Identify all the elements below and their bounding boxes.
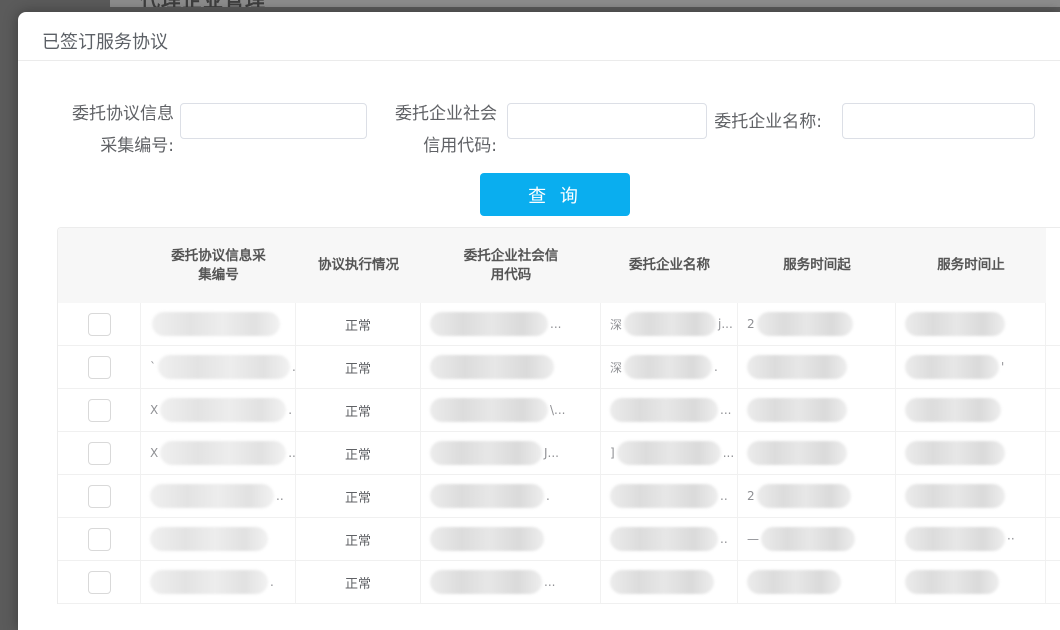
- redacted-service-end: [905, 570, 999, 594]
- redacted-credit-code: [430, 355, 554, 379]
- redacted-code: [150, 484, 274, 508]
- panel-title: 已签订服务协议: [42, 28, 168, 54]
- status-column-header: 协议执行情况: [296, 228, 421, 303]
- status-text: 正常: [345, 573, 371, 592]
- redacted-service-start: [757, 484, 851, 508]
- redacted-service-start: [747, 570, 841, 594]
- redacted-code: [150, 570, 268, 594]
- redacted-company-name: [610, 527, 718, 551]
- panel-title-divider: [18, 60, 1060, 61]
- background-header: 代理企业管理: [110, 0, 1060, 7]
- redacted-company-name: [610, 484, 718, 508]
- redacted-service-start: [747, 355, 847, 379]
- agreement-code-input[interactable]: [180, 103, 367, 139]
- redacted-service-start: [747, 441, 847, 465]
- credit-code-column-header: 委托企业社会信用代码: [421, 228, 601, 303]
- redacted-company-name: [624, 355, 712, 379]
- row-checkbox[interactable]: [88, 399, 111, 422]
- redacted-service-end: [905, 355, 999, 379]
- redacted-credit-code: [430, 527, 544, 551]
- table-row: X.. 正常 J... ]...: [58, 432, 1060, 475]
- status-text: 正常: [345, 444, 371, 463]
- service-end-column-header: 服务时间止: [896, 228, 1046, 303]
- status-text: 正常: [345, 530, 371, 549]
- signed-agreements-panel: 已签订服务协议 委托协议信息 采集编号: 委托企业社会 信用代码: 委托企业名称…: [18, 12, 1060, 630]
- company-name-input[interactable]: [842, 103, 1035, 139]
- table-row: .. 正常 . .. 2: [58, 475, 1060, 518]
- background-page-title: 代理企业管理: [140, 0, 266, 7]
- row-checkbox[interactable]: [88, 528, 111, 551]
- redacted-service-end: [905, 398, 1001, 422]
- row-checkbox[interactable]: [88, 442, 111, 465]
- redacted-service-start: [757, 312, 853, 336]
- select-column-header: [58, 228, 141, 303]
- table-row: `.. 正常 深. ': [58, 346, 1060, 389]
- redacted-service-start: [747, 398, 847, 422]
- agreement-code-column-header: 委托协议信息采集编号: [141, 228, 296, 303]
- redacted-credit-code: [430, 398, 548, 422]
- row-checkbox[interactable]: [88, 485, 111, 508]
- redacted-credit-code: [430, 570, 542, 594]
- table-row: 正常 ... 深j... 2: [58, 303, 1060, 346]
- redacted-company-name: [610, 570, 714, 594]
- redacted-service-end: [905, 441, 1005, 465]
- table-row: 正常 .. — ··: [58, 518, 1060, 561]
- redacted-credit-code: [430, 441, 542, 465]
- service-start-column-header: 服务时间起: [738, 228, 896, 303]
- credit-code-label: 委托企业社会 信用代码:: [357, 98, 497, 162]
- agreement-code-label: 委托协议信息 采集编号:: [34, 98, 174, 162]
- company-name-label: 委托企业名称:: [702, 106, 822, 138]
- status-text: 正常: [345, 401, 371, 420]
- redacted-service-start: [761, 527, 855, 551]
- redacted-code: [150, 527, 268, 551]
- redacted-credit-code: [430, 484, 544, 508]
- header-spacer: [1046, 228, 1060, 303]
- redacted-code: [158, 355, 290, 379]
- table-row: . 正常 ...: [58, 561, 1060, 604]
- table-row: X. 正常 \... ...: [58, 389, 1060, 432]
- redacted-service-end: [905, 312, 1005, 336]
- redacted-service-end: [905, 484, 1005, 508]
- row-checkbox[interactable]: [88, 571, 111, 594]
- screen: 代理企业管理 已签订服务协议 委托协议信息 采集编号: 委托企业社会 信用代码:…: [0, 0, 1060, 630]
- redacted-code: [160, 441, 286, 465]
- redacted-company-name: [610, 398, 718, 422]
- table-header-row: 委托协议信息采集编号 协议执行情况 委托企业社会信用代码 委托企业名称 服务时间…: [58, 228, 1060, 303]
- credit-code-input[interactable]: [507, 103, 707, 139]
- row-checkbox[interactable]: [88, 356, 111, 379]
- query-button[interactable]: 查 询: [480, 173, 630, 216]
- status-text: 正常: [345, 358, 371, 377]
- redacted-service-end: [905, 527, 1005, 551]
- redacted-code: [152, 312, 280, 336]
- row-checkbox[interactable]: [88, 313, 111, 336]
- redacted-credit-code: [430, 312, 548, 336]
- redacted-company-name: [624, 312, 716, 336]
- status-text: 正常: [345, 487, 371, 506]
- redacted-company-name: [617, 441, 721, 465]
- status-text: 正常: [345, 315, 371, 334]
- company-name-column-header: 委托企业名称: [601, 228, 738, 303]
- agreements-table: 委托协议信息采集编号 协议执行情况 委托企业社会信用代码 委托企业名称 服务时间…: [57, 227, 1060, 604]
- redacted-code: [160, 398, 286, 422]
